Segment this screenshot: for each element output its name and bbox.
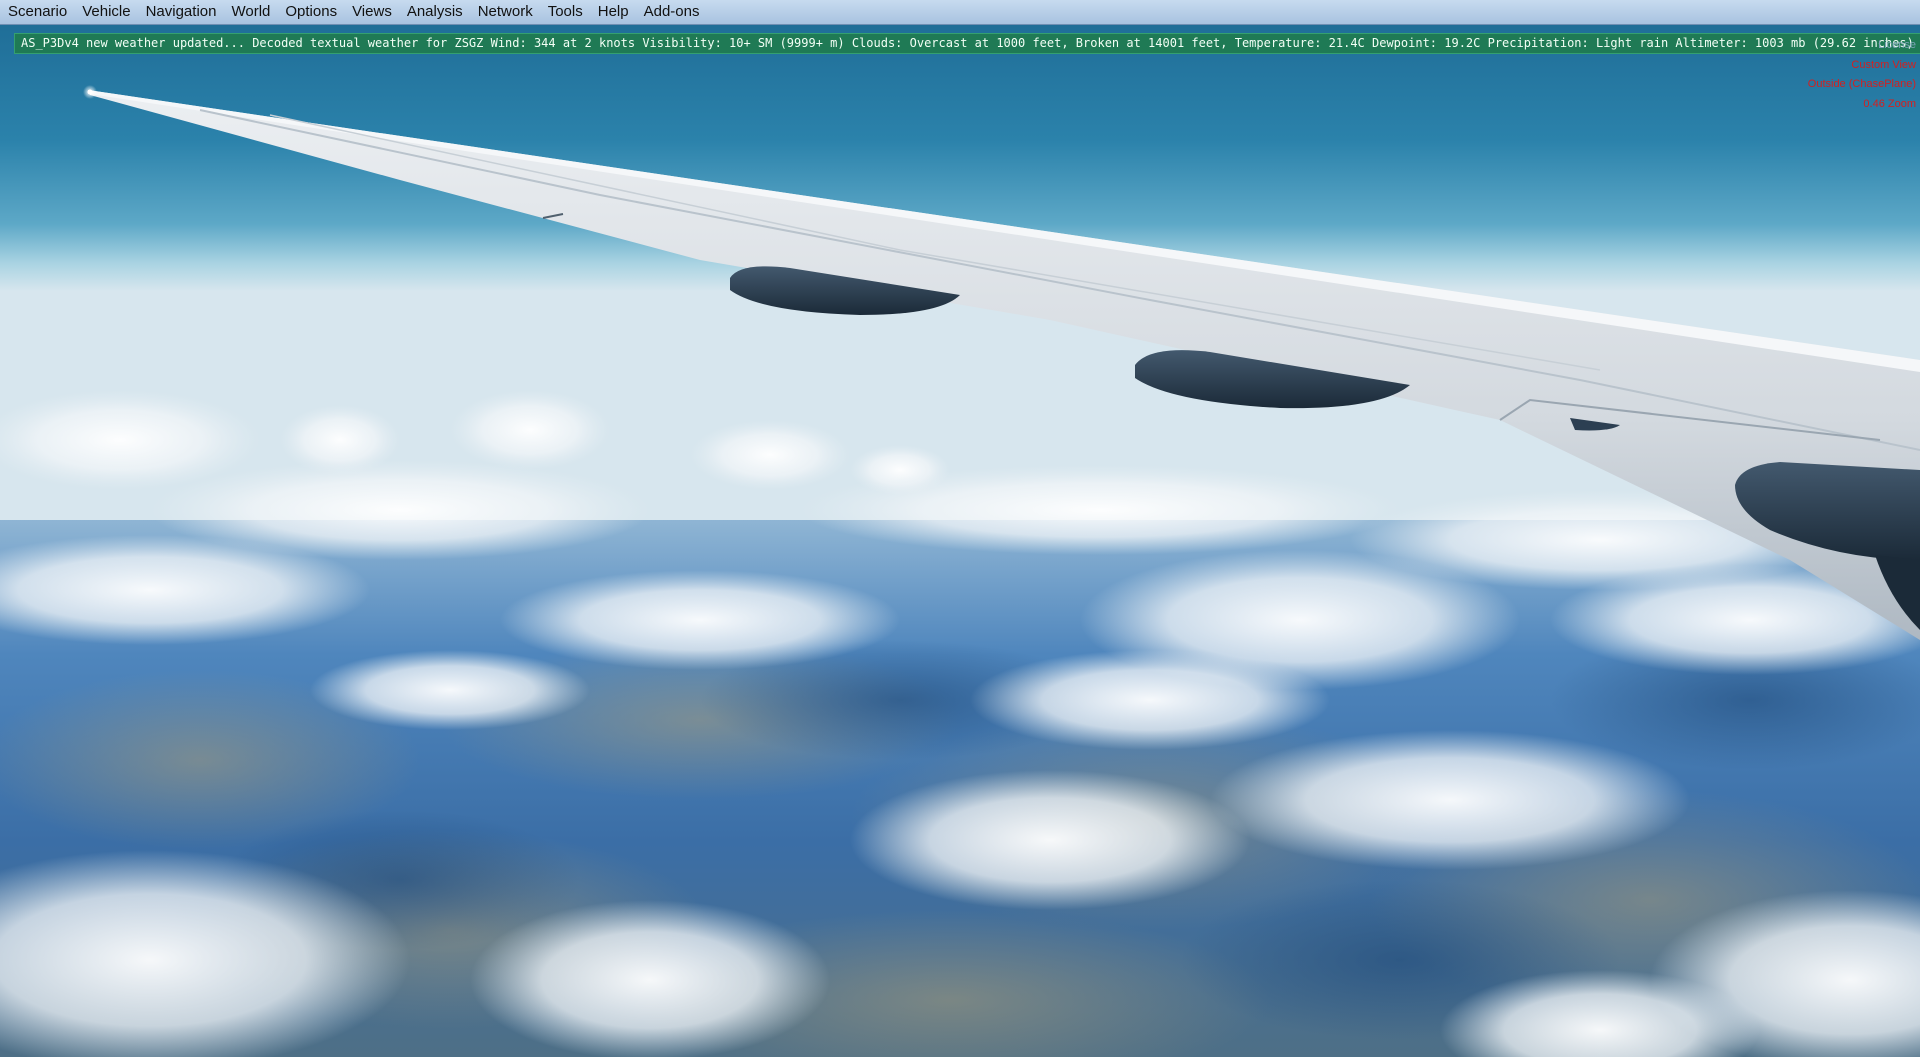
- menu-options[interactable]: Options: [281, 0, 348, 24]
- menu-vehicle[interactable]: Vehicle: [78, 0, 141, 24]
- menu-network[interactable]: Network: [474, 0, 544, 24]
- menu-tools[interactable]: Tools: [544, 0, 594, 24]
- menu-help[interactable]: Help: [594, 0, 640, 24]
- license-text: License: [1878, 39, 1916, 51]
- weather-update-message: AS_P3Dv4 new weather updated... Decoded …: [14, 33, 1920, 54]
- view-mode-text: Custom View: [1851, 58, 1916, 71]
- menu-scenario[interactable]: Scenario: [4, 0, 78, 24]
- menu-analysis[interactable]: Analysis: [403, 0, 474, 24]
- menu-bar: Scenario Vehicle Navigation World Option…: [0, 0, 1920, 25]
- view-info-overlay: License Custom View Outside (ChasePlane)…: [1808, 36, 1916, 114]
- external-wing-view: [0, 0, 1920, 1057]
- menu-navigation[interactable]: Navigation: [142, 0, 228, 24]
- menu-add-ons[interactable]: Add-ons: [640, 0, 711, 24]
- simulator-viewport[interactable]: Scenario Vehicle Navigation World Option…: [0, 0, 1920, 1057]
- camera-text: Outside (ChasePlane): [1807, 78, 1916, 90]
- menu-views[interactable]: Views: [348, 0, 403, 24]
- menu-world[interactable]: World: [227, 0, 281, 24]
- zoom-text: 0.46 Zoom: [1863, 97, 1916, 110]
